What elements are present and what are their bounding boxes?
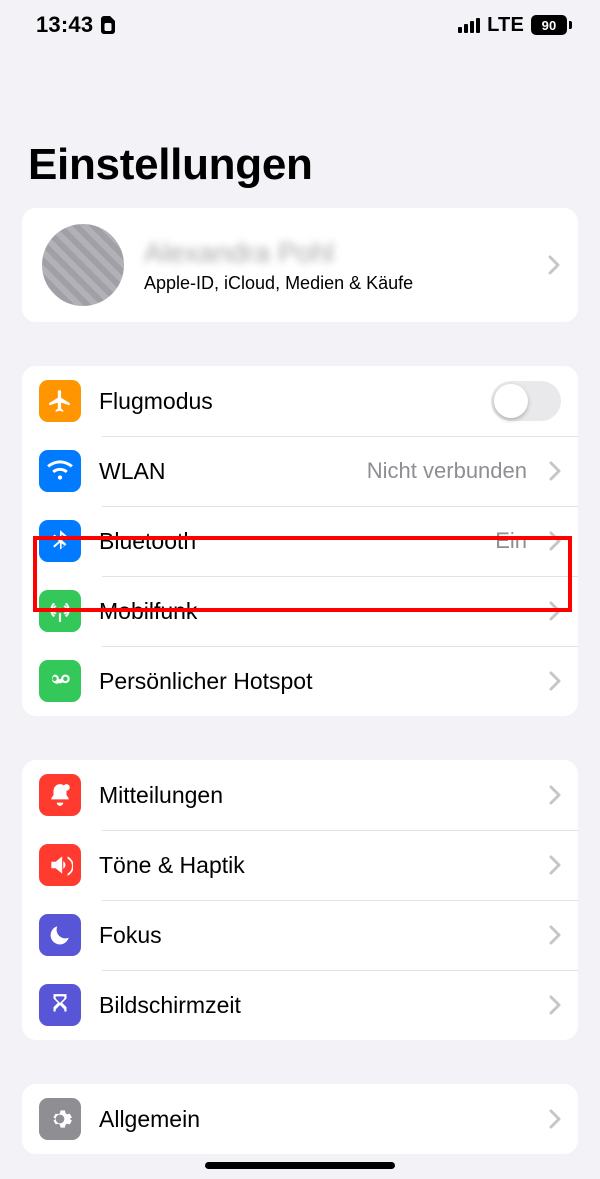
row-label: WLAN — [99, 458, 349, 485]
airplane-mode-toggle[interactable] — [491, 381, 561, 421]
cellular-row[interactable]: Mobilfunk — [22, 576, 578, 646]
screentime-row[interactable]: Bildschirmzeit — [22, 970, 578, 1040]
avatar — [42, 224, 124, 306]
chevron-right-icon — [549, 785, 561, 805]
battery-indicator: 90 — [531, 15, 572, 35]
gear-icon — [39, 1098, 81, 1140]
wlan-row[interactable]: WLAN Nicht verbunden — [22, 436, 578, 506]
airplane-icon — [39, 380, 81, 422]
chevron-right-icon — [548, 255, 560, 275]
hourglass-icon — [39, 984, 81, 1026]
network-type: LTE — [487, 14, 524, 37]
focus-row[interactable]: Fokus — [22, 900, 578, 970]
wifi-icon — [39, 450, 81, 492]
profile-name: Alexandra Pohl — [144, 237, 528, 269]
bluetooth-row[interactable]: Bluetooth Ein — [22, 506, 578, 576]
row-value: Nicht verbunden — [367, 458, 527, 484]
battery-level: 90 — [531, 15, 567, 35]
chevron-right-icon — [549, 601, 561, 621]
cellular-signal-icon — [458, 17, 480, 33]
connectivity-group: Flugmodus WLAN Nicht verbunden Bluetooth… — [22, 366, 578, 716]
hotspot-row[interactable]: Persönlicher Hotspot — [22, 646, 578, 716]
chevron-right-icon — [549, 855, 561, 875]
row-value: Ein — [495, 528, 527, 554]
chevron-right-icon — [549, 925, 561, 945]
status-left: 13:43 — [36, 12, 115, 38]
moon-icon — [39, 914, 81, 956]
chevron-right-icon — [549, 995, 561, 1015]
airplane-mode-row[interactable]: Flugmodus — [22, 366, 578, 436]
profile-card: Alexandra Pohl Apple-ID, iCloud, Medien … — [22, 208, 578, 322]
bluetooth-icon — [39, 520, 81, 562]
row-label: Bildschirmzeit — [99, 992, 531, 1019]
general-group: Allgemein — [22, 1084, 578, 1154]
chevron-right-icon — [549, 531, 561, 551]
sounds-row[interactable]: Töne & Haptik — [22, 830, 578, 900]
profile-subtitle: Apple-ID, iCloud, Medien & Käufe — [144, 273, 528, 294]
chevron-right-icon — [549, 671, 561, 691]
home-indicator[interactable] — [205, 1162, 395, 1169]
status-time: 13:43 — [36, 12, 93, 38]
row-label: Töne & Haptik — [99, 852, 531, 879]
hotspot-icon — [39, 660, 81, 702]
bell-icon — [39, 774, 81, 816]
speaker-icon — [39, 844, 81, 886]
notifications-group: Mitteilungen Töne & Haptik Fokus Bildsch… — [22, 760, 578, 1040]
sim-icon — [101, 16, 115, 34]
status-bar: 13:43 LTE 90 — [0, 0, 600, 46]
row-label: Mobilfunk — [99, 598, 531, 625]
chevron-right-icon — [549, 1109, 561, 1129]
row-label: Persönlicher Hotspot — [99, 668, 531, 695]
general-row[interactable]: Allgemein — [22, 1084, 578, 1154]
notifications-row[interactable]: Mitteilungen — [22, 760, 578, 830]
row-label: Bluetooth — [99, 528, 477, 555]
page-title: Einstellungen — [0, 46, 600, 208]
status-right: LTE 90 — [458, 14, 572, 37]
row-label: Fokus — [99, 922, 531, 949]
chevron-right-icon — [549, 461, 561, 481]
antenna-icon — [39, 590, 81, 632]
row-label: Mitteilungen — [99, 782, 531, 809]
apple-id-row[interactable]: Alexandra Pohl Apple-ID, iCloud, Medien … — [22, 208, 578, 322]
row-label: Flugmodus — [99, 388, 473, 415]
row-label: Allgemein — [99, 1106, 531, 1133]
